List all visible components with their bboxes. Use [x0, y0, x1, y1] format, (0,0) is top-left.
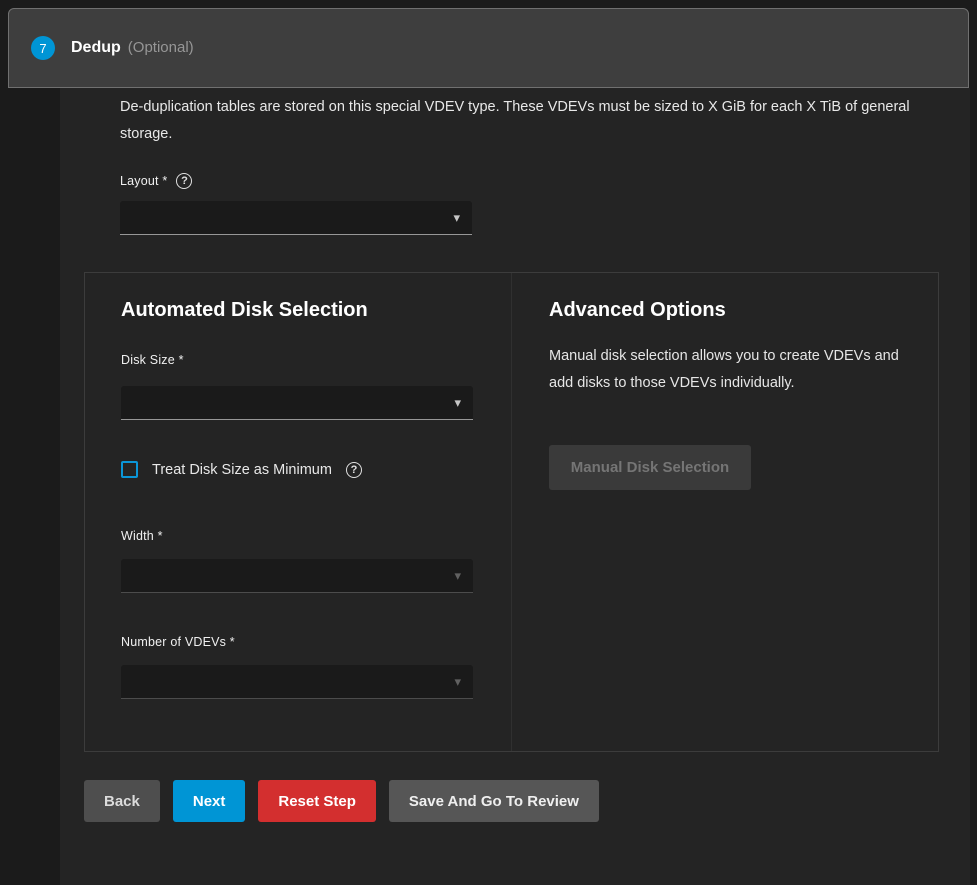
treat-min-label: Treat Disk Size as Minimum: [152, 462, 332, 478]
step-content: De-duplication tables are stored on this…: [60, 88, 970, 885]
step-number: 7: [39, 41, 46, 56]
help-icon[interactable]: ?: [176, 173, 192, 189]
back-button[interactable]: Back: [84, 780, 160, 822]
layout-label-row: Layout * ?: [120, 173, 192, 189]
panel-divider: [511, 273, 512, 751]
step-title: Dedup: [71, 39, 121, 56]
chevron-down-icon: ▾: [454, 675, 461, 688]
disk-size-select[interactable]: ▾: [121, 386, 473, 420]
save-and-go-to-review-button[interactable]: Save And Go To Review: [389, 780, 599, 822]
step-title-wrap: Dedup (Optional): [71, 39, 194, 57]
reset-step-button[interactable]: Reset Step: [258, 780, 376, 822]
step-number-badge: 7: [31, 36, 55, 60]
chevron-down-icon: ▾: [454, 396, 461, 409]
layout-select[interactable]: ▾: [120, 201, 472, 235]
advanced-description: Manual disk selection allows you to crea…: [549, 343, 905, 397]
step-optional-label: (Optional): [128, 39, 194, 56]
width-select: ▾: [121, 559, 473, 593]
number-of-vdevs-select: ▾: [121, 665, 473, 699]
step-description: De-duplication tables are stored on this…: [120, 94, 915, 148]
action-buttons: Back Next Reset Step Save And Go To Revi…: [84, 780, 599, 822]
number-of-vdevs-label: Number of VDEVs *: [121, 635, 235, 649]
width-label: Width *: [121, 529, 163, 543]
automated-section-title: Automated Disk Selection: [121, 299, 368, 322]
step-header-dedup[interactable]: 7 Dedup (Optional): [8, 8, 969, 88]
layout-label: Layout *: [120, 174, 167, 188]
chevron-down-icon: ▾: [453, 211, 460, 224]
manual-disk-selection-button: Manual Disk Selection: [549, 445, 751, 490]
treat-min-checkbox[interactable]: [121, 461, 138, 478]
disk-selection-panel: Automated Disk Selection Disk Size * ▾ T…: [84, 272, 939, 752]
pool-creation-wizard: 7 Dedup (Optional) De-duplication tables …: [0, 0, 977, 885]
chevron-down-icon: ▾: [454, 569, 461, 582]
treat-min-row: Treat Disk Size as Minimum ?: [121, 461, 362, 478]
disk-size-label: Disk Size *: [121, 353, 184, 367]
advanced-section-title: Advanced Options: [549, 299, 726, 322]
next-button[interactable]: Next: [173, 780, 246, 822]
help-icon[interactable]: ?: [346, 462, 362, 478]
